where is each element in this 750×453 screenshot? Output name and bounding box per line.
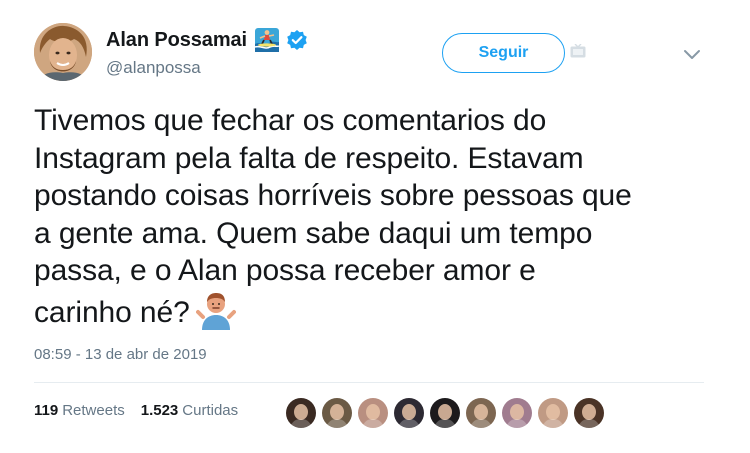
liker-avatar-1[interactable] bbox=[285, 397, 317, 429]
tweet-text: Tivemos que fechar os comentarios do Ins… bbox=[34, 102, 724, 331]
liker-avatar-9[interactable] bbox=[573, 397, 605, 429]
liker-avatar-2[interactable] bbox=[321, 397, 353, 429]
liker-avatar-8[interactable] bbox=[537, 397, 569, 429]
liker-avatar-3[interactable] bbox=[357, 397, 389, 429]
tweet-text-line: Instagram pela falta de respeito. Estava… bbox=[34, 141, 584, 175]
verified-badge-icon bbox=[286, 29, 308, 51]
liker-avatars bbox=[285, 397, 609, 429]
tweet-text-line: a gente ama. Quem sabe daqui um tempo bbox=[34, 216, 593, 250]
retweets-label: Retweets bbox=[62, 402, 125, 419]
tweet-text-line: passa, e o Alan possa receber amor e bbox=[34, 254, 536, 287]
tweet-stats: 119 Retweets 1.523 Curtidas bbox=[34, 402, 254, 419]
tweet-card: Alan Possamai @alanpossa Seguir Tivemos … bbox=[0, 0, 750, 453]
liker-avatar-6[interactable] bbox=[465, 397, 497, 429]
liker-avatar-7[interactable] bbox=[501, 397, 533, 429]
tweet-text-line: carinho né? bbox=[34, 295, 190, 329]
tweet-text-line: Tivemos que fechar os comentarios do bbox=[34, 104, 547, 137]
divider bbox=[34, 382, 704, 383]
likes-label: Curtidas bbox=[182, 402, 239, 419]
display-name[interactable]: Alan Possamai bbox=[106, 29, 247, 52]
tweet-timestamp[interactable]: 08:59 - 13 de abr de 2019 bbox=[34, 346, 207, 363]
surfer-emoji-icon bbox=[254, 27, 280, 53]
tweet-text-last-line: carinho né? bbox=[34, 290, 724, 332]
liker-avatar-5[interactable] bbox=[429, 397, 461, 429]
retweets-count: 119 bbox=[34, 402, 59, 419]
retweets-stat[interactable]: 119 Retweets bbox=[34, 402, 125, 419]
liker-avatar-4[interactable] bbox=[393, 397, 425, 429]
profile-avatar[interactable] bbox=[34, 23, 92, 81]
likes-stat[interactable]: 1.523 Curtidas bbox=[141, 402, 238, 419]
man-shrugging-emoji-icon bbox=[195, 290, 236, 330]
author-name-row[interactable]: Alan Possamai bbox=[106, 27, 308, 53]
profile-photo bbox=[34, 23, 92, 81]
follow-button[interactable]: Seguir bbox=[442, 33, 565, 73]
profile-card-icon bbox=[570, 43, 586, 58]
likes-count: 1.523 bbox=[140, 402, 179, 419]
author-handle[interactable]: @alanpossa bbox=[106, 58, 201, 78]
chevron-down-icon[interactable] bbox=[683, 48, 701, 60]
tweet-text-line: postando coisas horríveis sobre pessoas … bbox=[34, 179, 632, 212]
